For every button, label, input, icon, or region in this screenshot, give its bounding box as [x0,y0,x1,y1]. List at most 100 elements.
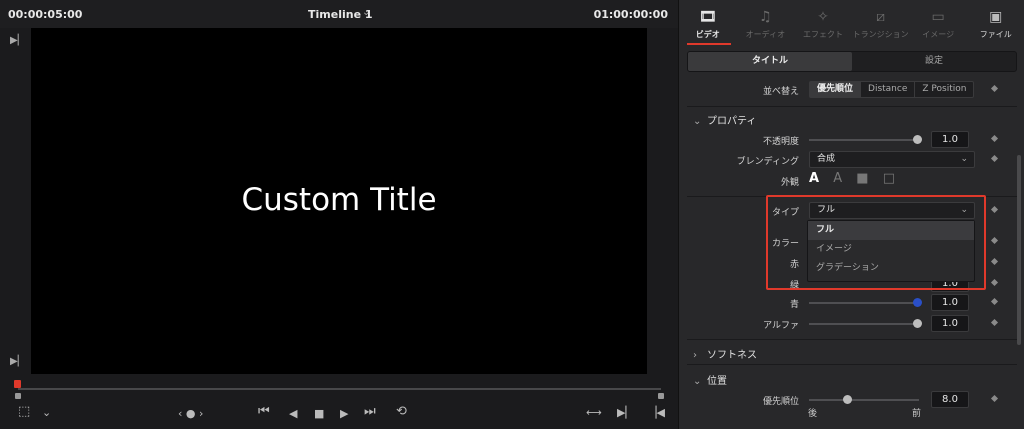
blending-label: ブレンディング [736,157,799,167]
current-timecode: 00:00:05:00 [8,8,83,21]
go-to-last-frame-button[interactable]: ⏭ [364,404,376,420]
tab-video[interactable]: 🎞︎ ビデオ [679,0,737,46]
keyframe-diamond-icon[interactable] [990,236,999,245]
crop-icon[interactable]: ⬚ [18,404,30,420]
jump-to-out-icon[interactable]: ▶▏ [10,356,25,367]
keyframe-diamond-icon[interactable] [990,297,999,306]
sort-segmented-control[interactable]: 優先順位 Distance Z Position [809,81,975,98]
subtab-settings[interactable]: 設定 [852,52,1016,71]
keyframe-diamond-icon[interactable] [990,134,999,143]
priority-row: 優先順位 8.0 [679,390,1017,410]
position-header-label: 位置 [707,376,727,387]
magic-wand-icon: ✧ [817,9,829,25]
mark-in-icon[interactable]: ▶▏ [617,405,634,421]
sort-distance-option[interactable]: Distance [860,82,914,97]
sort-zposition-option[interactable]: Z Position [914,82,973,97]
slider-knob[interactable] [913,298,922,307]
keyframe-diamond-icon[interactable] [990,205,999,214]
mark-out-icon[interactable]: ▕◀ [648,405,665,421]
inspector-tabs: 🎞︎ ビデオ ♫ オーディオ ✧ エフェクト ⧄ トランジション ▭ イメージ … [679,0,1024,46]
properties-section-header[interactable]: ⌄ プロパティ [693,112,756,127]
image-icon: ▭ [931,9,945,25]
slider-knob[interactable] [843,395,852,404]
tab-transition[interactable]: ⧄ トランジション [852,0,910,46]
divider [687,364,1017,365]
film-icon: 🎞︎ [698,9,717,25]
out-point-marker[interactable] [658,393,664,399]
keyframe-diamond-icon[interactable] [990,154,999,163]
softness-section-header[interactable]: › ソフトネス [693,346,757,361]
chevron-right-icon: › [693,350,697,361]
text-outline-icon[interactable]: A [833,171,842,186]
tab-audio[interactable]: ♫ オーディオ [737,0,795,46]
jump-to-in-icon[interactable]: ▶▏ [10,35,25,46]
in-point-marker[interactable] [15,393,21,399]
tab-file[interactable]: ▣ ファイル [967,0,1024,46]
text-fill-icon[interactable]: A [809,171,819,186]
inspector-scrollbar[interactable] [1017,155,1021,345]
tab-effects[interactable]: ✧ エフェクト [794,0,852,46]
blue-value-field[interactable]: 1.0 [931,294,969,311]
play-reverse-button[interactable]: ◀ [289,406,297,422]
keyframe-diamond-icon[interactable] [990,84,999,93]
blending-row: ブレンディング 合成 ⌄ [679,150,1017,170]
tab-audio-label: オーディオ [745,30,786,39]
chevron-down-icon[interactable]: ⌄ [362,7,370,18]
viewer-header: 00:00:05:00 Timeline 1 ⌄ 01:00:00:00 [0,0,678,28]
priority-label: 優先順位 [762,397,799,407]
file-icon: ▣ [989,9,1003,25]
play-button[interactable]: ▶ [340,406,348,422]
keyframe-diamond-icon[interactable] [990,278,999,287]
subtab-title[interactable]: タイトル [688,52,852,71]
chevron-down-icon: ⌄ [693,376,702,387]
tab-image-label: イメージ [922,30,955,39]
tab-image[interactable]: ▭ イメージ [909,0,967,46]
scrubber-track[interactable] [18,388,661,390]
annotation-highlight-box [766,195,986,290]
clip-navigator[interactable]: ‹ ● › [178,406,203,422]
go-to-first-frame-button[interactable]: ⏮ [258,404,270,420]
tab-file-label: ファイル [979,30,1012,39]
rounded-fill-icon[interactable]: ■ [856,171,868,186]
priority-value-field[interactable]: 8.0 [931,391,969,408]
opacity-slider[interactable] [809,135,922,144]
timeline-timecode: 01:00:00:00 [593,8,668,21]
position-section-header[interactable]: ⌄ 位置 [693,372,727,387]
chevron-down-icon[interactable]: ⌄ [42,405,51,421]
blue-row: 青 1.0 [679,293,1017,313]
priority-front-label: 前 [912,409,922,419]
alpha-value-field[interactable]: 1.0 [931,315,969,332]
blending-select[interactable]: 合成 ⌄ [809,151,975,168]
properties-header-label: プロパティ [707,116,757,127]
playhead[interactable] [14,380,21,388]
slider-knob[interactable] [913,135,922,144]
priority-slider[interactable] [809,395,919,404]
opacity-label: 不透明度 [762,137,799,147]
priority-back-label: 後 [808,409,818,419]
appearance-options: A A ■ □ [809,171,895,186]
alpha-slider[interactable] [809,319,922,328]
preview-title-text: Custom Title [241,182,437,218]
transition-icon: ⧄ [876,9,886,25]
keyframe-diamond-icon[interactable] [990,318,999,327]
stop-button[interactable]: ■ [314,406,324,422]
slider-knob[interactable] [913,319,922,328]
chevron-down-icon: ⌄ [693,116,702,127]
opacity-row: 不透明度 1.0 [679,130,1017,150]
keyframe-diamond-icon[interactable] [990,394,999,403]
divider [687,106,1017,107]
sort-row: 並べ替え 優先順位 Distance Z Position [679,80,1017,100]
blending-value: 合成 [817,154,836,164]
match-frame-icon[interactable]: ⟷ [586,405,602,421]
subtabs: タイトル 設定 [687,51,1017,72]
tab-transition-label: トランジション [852,30,909,39]
alpha-label: アルファ [763,321,799,331]
blue-label: 青 [789,300,799,310]
opacity-value-field[interactable]: 1.0 [931,131,969,148]
rounded-outline-icon[interactable]: □ [883,171,895,186]
softness-header-label: ソフトネス [707,350,757,361]
keyframe-diamond-icon[interactable] [990,257,999,266]
blue-slider[interactable] [809,298,922,307]
loop-button[interactable]: ⟲ [396,404,407,420]
sort-priority-option[interactable]: 優先順位 [810,82,861,97]
